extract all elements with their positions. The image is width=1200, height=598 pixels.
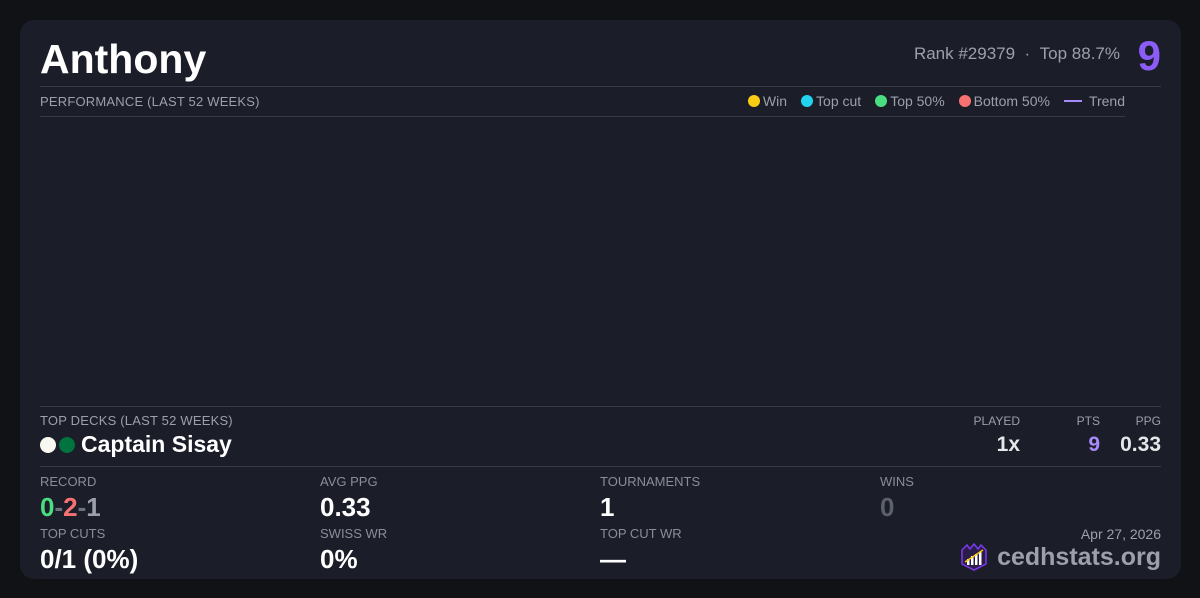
legend-bottom-50: Bottom 50% — [959, 93, 1050, 109]
deck-row[interactable]: Captain Sisay — [40, 431, 232, 458]
date: Apr 27, 2026 — [1081, 526, 1161, 542]
ppg-header: PPG — [1136, 414, 1161, 428]
pts-header: PTS — [1077, 414, 1100, 428]
divider — [40, 406, 1161, 407]
rank-info: Rank #29379 · Top 88.7% — [914, 44, 1120, 64]
deck-name: Captain Sisay — [81, 431, 232, 458]
legend-label: Win — [763, 93, 787, 109]
tournaments-value: 1 — [600, 492, 614, 523]
tournaments-label: TOURNAMENTS — [600, 474, 700, 489]
trend-line-icon — [1064, 100, 1082, 102]
wins-label: WINS — [880, 474, 914, 489]
wins-value: 0 — [880, 492, 894, 523]
legend-label: Trend — [1089, 93, 1125, 109]
player-card: Anthony Rank #29379 · Top 88.7% 9 PERFOR… — [20, 20, 1181, 579]
legend-trend: Trend — [1064, 93, 1125, 109]
swiss-wr-label: SWISS WR — [320, 526, 387, 541]
played-header: PLAYED — [974, 414, 1020, 428]
cedhstats-logo-icon — [959, 542, 989, 572]
decks-title: TOP DECKS (LAST 52 WEEKS) — [40, 413, 233, 428]
top-cut-wr-value: — — [600, 544, 626, 575]
legend-top-cut: Top cut — [801, 93, 861, 109]
divider — [40, 86, 1161, 87]
separator: · — [1025, 44, 1031, 63]
top-cut-wr-label: TOP CUT WR — [600, 526, 682, 541]
chart-title: PERFORMANCE (LAST 52 WEEKS) — [40, 94, 260, 109]
white-mana-icon — [40, 437, 56, 453]
swiss-wr-value: 0% — [320, 544, 358, 575]
record-sep: - — [78, 492, 87, 522]
bottom-50-dot-icon — [959, 95, 971, 107]
deck-pts: 9 — [1088, 433, 1100, 457]
total-points: 9 — [1138, 32, 1161, 80]
win-dot-icon — [748, 95, 760, 107]
top-50-dot-icon — [875, 95, 887, 107]
record-draws: 1 — [86, 492, 100, 522]
legend-label: Bottom 50% — [974, 93, 1050, 109]
record-sep: - — [54, 492, 63, 522]
avg-ppg-value: 0.33 — [320, 492, 371, 523]
record-wins: 0 — [40, 492, 54, 522]
legend-label: Top 50% — [890, 93, 944, 109]
record-label: RECORD — [40, 474, 96, 489]
record-value: 0-2-1 — [40, 492, 101, 523]
divider — [40, 466, 1161, 467]
chart-legend: Win Top cut Top 50% Bottom 50% Trend — [748, 93, 1125, 109]
green-mana-icon — [59, 437, 75, 453]
legend-top-50: Top 50% — [875, 93, 944, 109]
top-cuts-value: 0/1 (0%) — [40, 544, 138, 575]
deck-played: 1x — [997, 433, 1020, 457]
avg-ppg-label: AVG PPG — [320, 474, 378, 489]
player-name: Anthony — [40, 36, 206, 83]
top-cut-dot-icon — [801, 95, 813, 107]
site-name: cedhstats.org — [997, 543, 1161, 572]
legend-label: Top cut — [816, 93, 861, 109]
top-percent: Top 88.7% — [1040, 44, 1120, 63]
record-losses: 2 — [63, 492, 77, 522]
performance-chart — [40, 117, 1125, 405]
rank: Rank #29379 — [914, 44, 1015, 63]
deck-ppg: 0.33 — [1120, 433, 1161, 457]
legend-win: Win — [748, 93, 787, 109]
site-brand[interactable]: cedhstats.org — [959, 542, 1161, 572]
top-cuts-label: TOP CUTS — [40, 526, 105, 541]
